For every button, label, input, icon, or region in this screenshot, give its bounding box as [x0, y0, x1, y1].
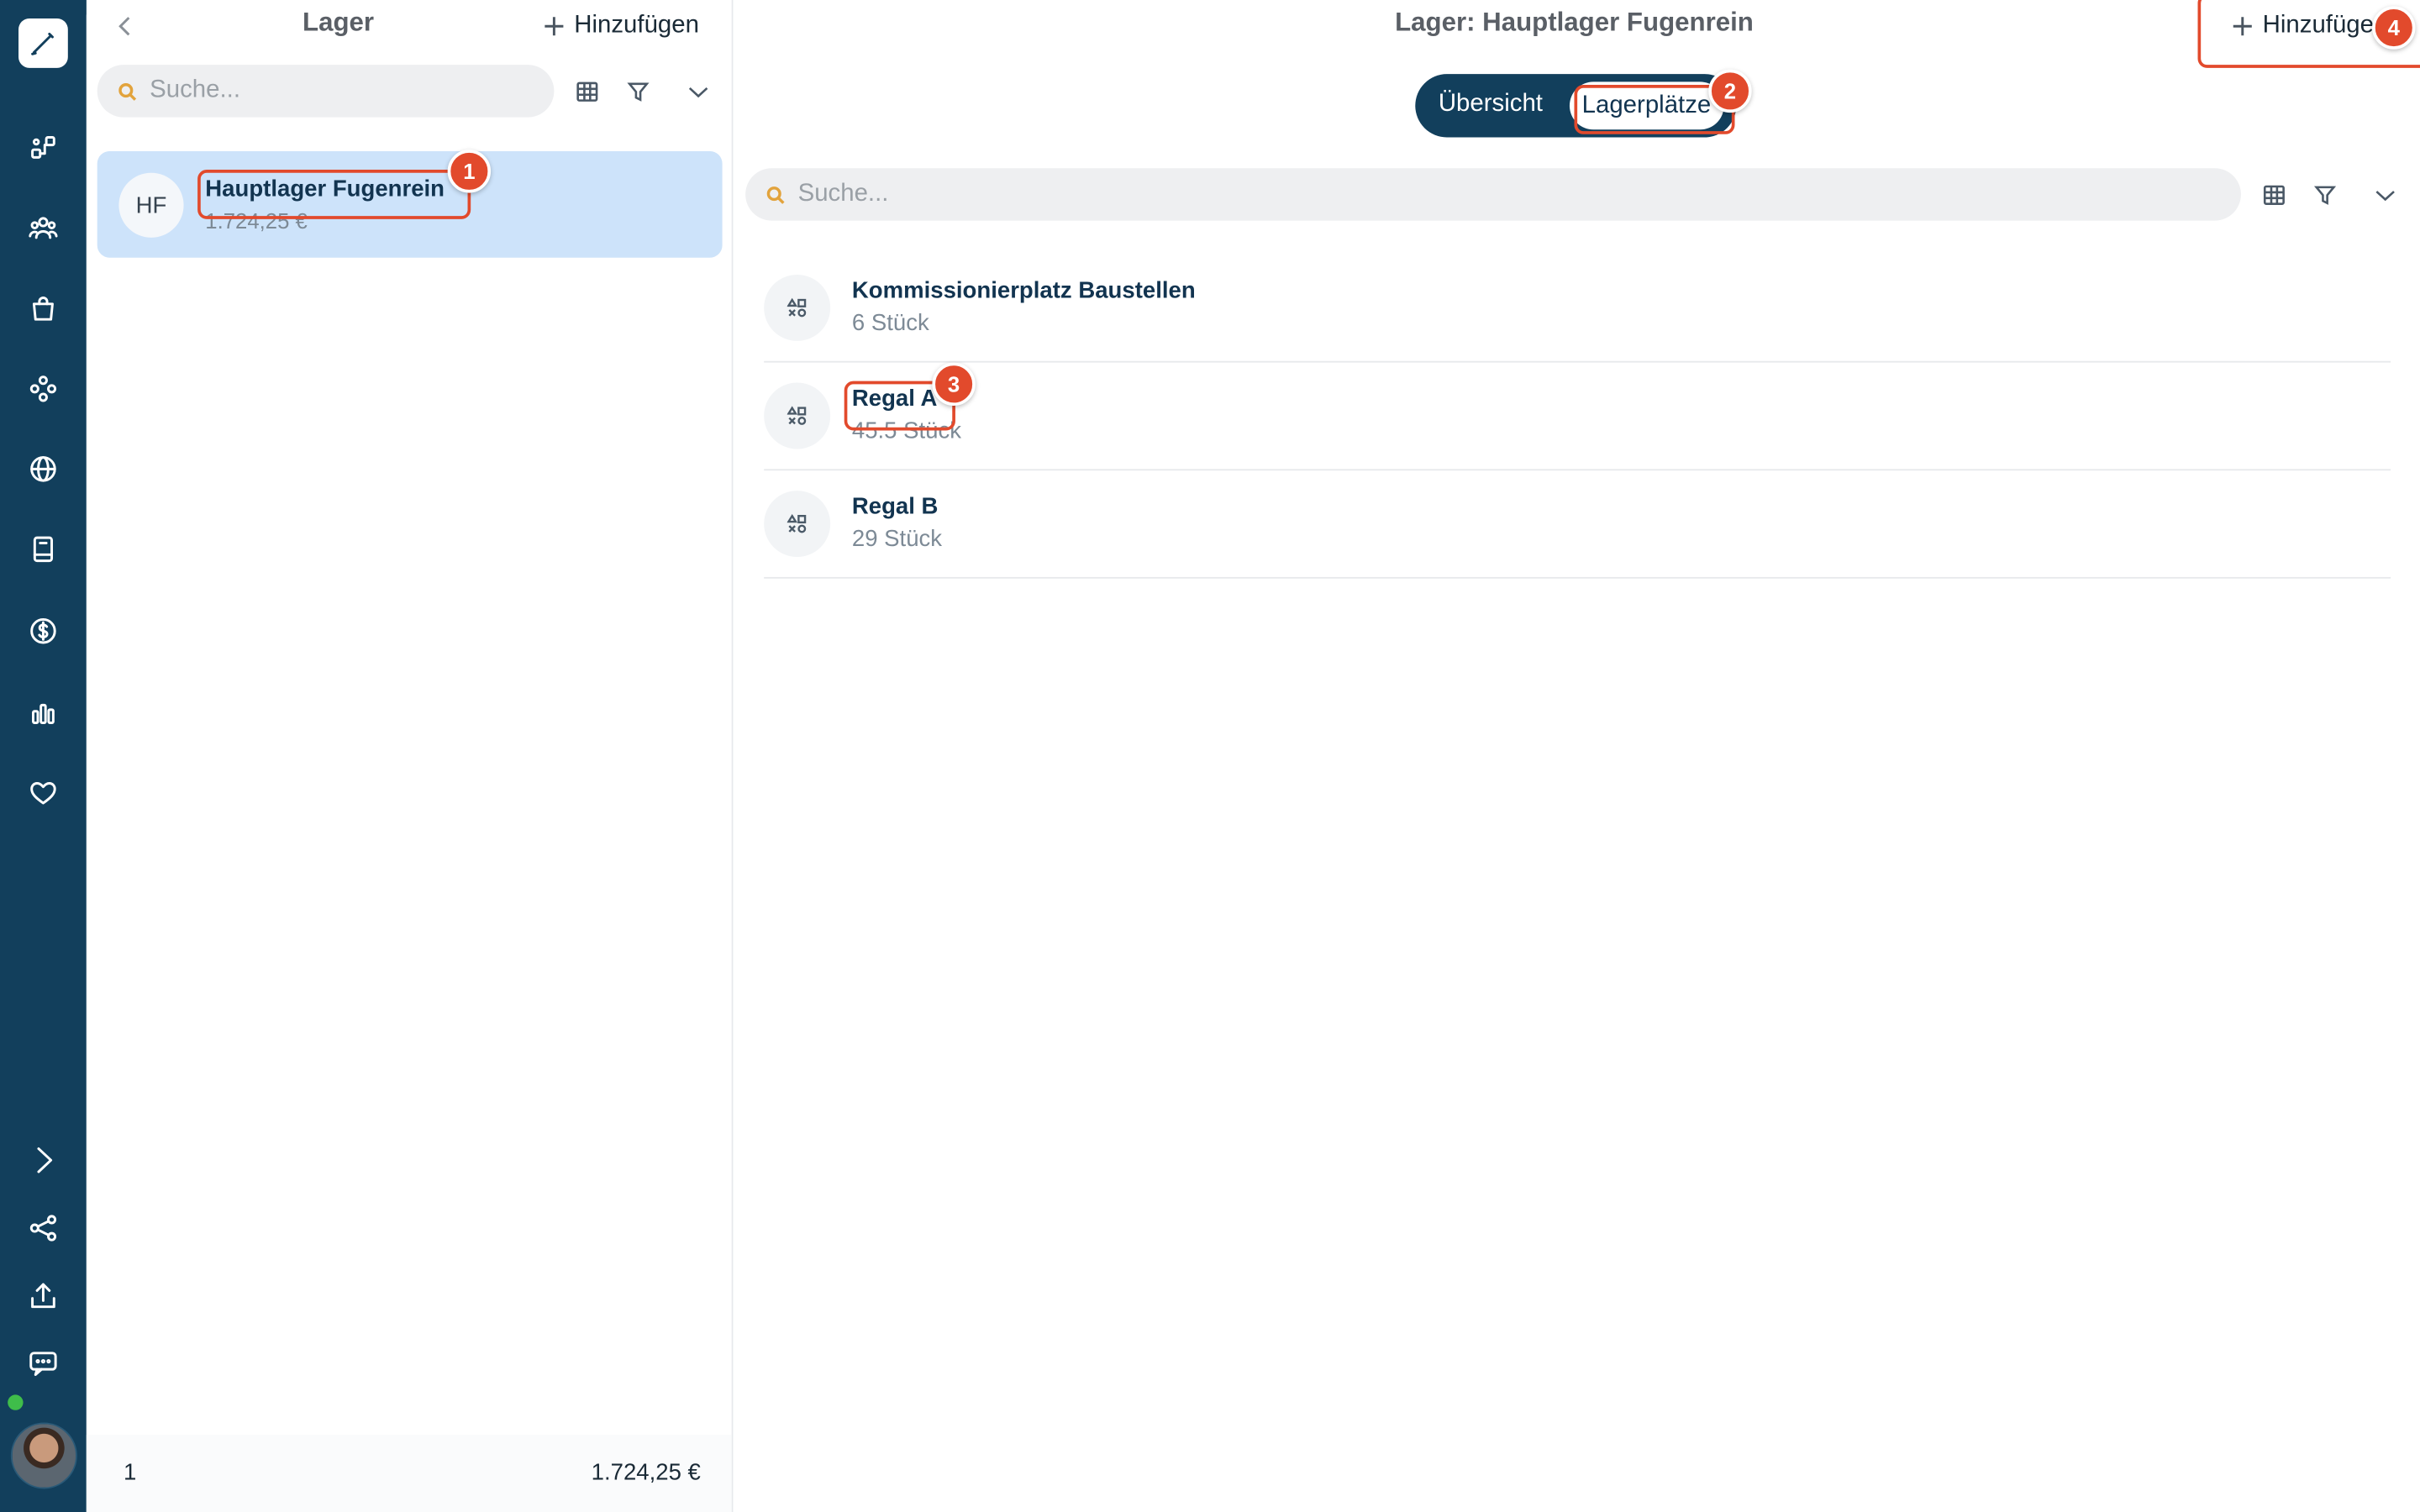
- add-warehouse-label: Hinzufügen: [574, 12, 699, 39]
- table-view-icon[interactable]: [570, 74, 603, 108]
- location-row[interactable]: Regal B 29 Stück: [764, 470, 2391, 579]
- location-search-box[interactable]: [745, 168, 2241, 221]
- add-warehouse-button[interactable]: Hinzufügen: [544, 13, 699, 40]
- online-status-dot: [8, 1394, 24, 1410]
- app-logo[interactable]: [18, 18, 68, 68]
- total-value: 1.724,25 €: [591, 1459, 701, 1486]
- search-icon: [766, 186, 785, 204]
- chevron-down-icon[interactable]: [681, 74, 714, 108]
- annotation-badge: 4: [2372, 6, 2416, 50]
- chat-icon[interactable]: [24, 1346, 61, 1383]
- warehouse-detail-panel: Lager: Hauptlager Fugenrein Hinzufügen Ü…: [734, 0, 2420, 1512]
- annotation-highlight: [197, 170, 471, 219]
- workflow-icon[interactable]: [24, 129, 61, 166]
- annotation-badge: 2: [1708, 69, 1752, 113]
- bar-chart-icon[interactable]: [24, 695, 61, 732]
- location-row[interactable]: Kommissionierplatz Baustellen 6 Stück: [764, 255, 2391, 363]
- list-footer: 1 1.724,25 €: [86, 1435, 732, 1512]
- chevron-down-icon[interactable]: [2368, 177, 2402, 211]
- book-icon[interactable]: [24, 531, 61, 568]
- share-icon[interactable]: [24, 1210, 61, 1247]
- annotation-badge: 1: [447, 150, 492, 193]
- location-name: Regal B: [851, 493, 939, 520]
- filter-icon[interactable]: [620, 74, 654, 108]
- shapes-icon: [764, 491, 831, 558]
- location-row[interactable]: Regal A 45.5 Stück: [764, 363, 2391, 471]
- dollar-icon[interactable]: [24, 612, 61, 649]
- shopping-bag-icon[interactable]: [24, 290, 61, 327]
- warehouse-initials-avatar: HF: [118, 172, 184, 238]
- location-quantity: 6 Stück: [851, 310, 929, 337]
- warehouse-search-input[interactable]: [150, 76, 521, 105]
- upload-icon[interactable]: [24, 1278, 61, 1315]
- users-icon[interactable]: [24, 210, 61, 247]
- back-chevron-icon[interactable]: [111, 9, 139, 43]
- search-icon: [118, 82, 137, 100]
- heart-icon[interactable]: [24, 774, 61, 811]
- filter-icon[interactable]: [2307, 177, 2341, 211]
- shapes-icon: [764, 274, 831, 341]
- location-quantity: 29 Stück: [851, 526, 943, 553]
- item-count: 1: [123, 1459, 137, 1486]
- warehouse-list-panel: Lager Hinzufügen HF Hauptlager Fugenrein…: [86, 0, 734, 1512]
- location-search-input[interactable]: [797, 180, 2053, 208]
- globe-icon[interactable]: [24, 450, 61, 487]
- list-panel-title: Lager: [302, 8, 375, 38]
- shapes-icon: [764, 382, 831, 449]
- annotation-badge: 3: [932, 362, 976, 407]
- warehouse-search-box[interactable]: [97, 65, 555, 118]
- chevron-right-icon[interactable]: [24, 1142, 61, 1179]
- user-avatar[interactable]: [10, 1422, 77, 1489]
- table-view-icon[interactable]: [2256, 177, 2290, 211]
- tab-overview[interactable]: Übersicht: [1439, 91, 1543, 118]
- components-icon[interactable]: [24, 370, 61, 407]
- nav-rail: [0, 0, 87, 1512]
- location-name: Kommissionierplatz Baustellen: [851, 277, 1196, 304]
- detail-title: Lager: Hauptlager Fugenrein: [1395, 8, 1754, 38]
- plus-icon: [544, 17, 564, 36]
